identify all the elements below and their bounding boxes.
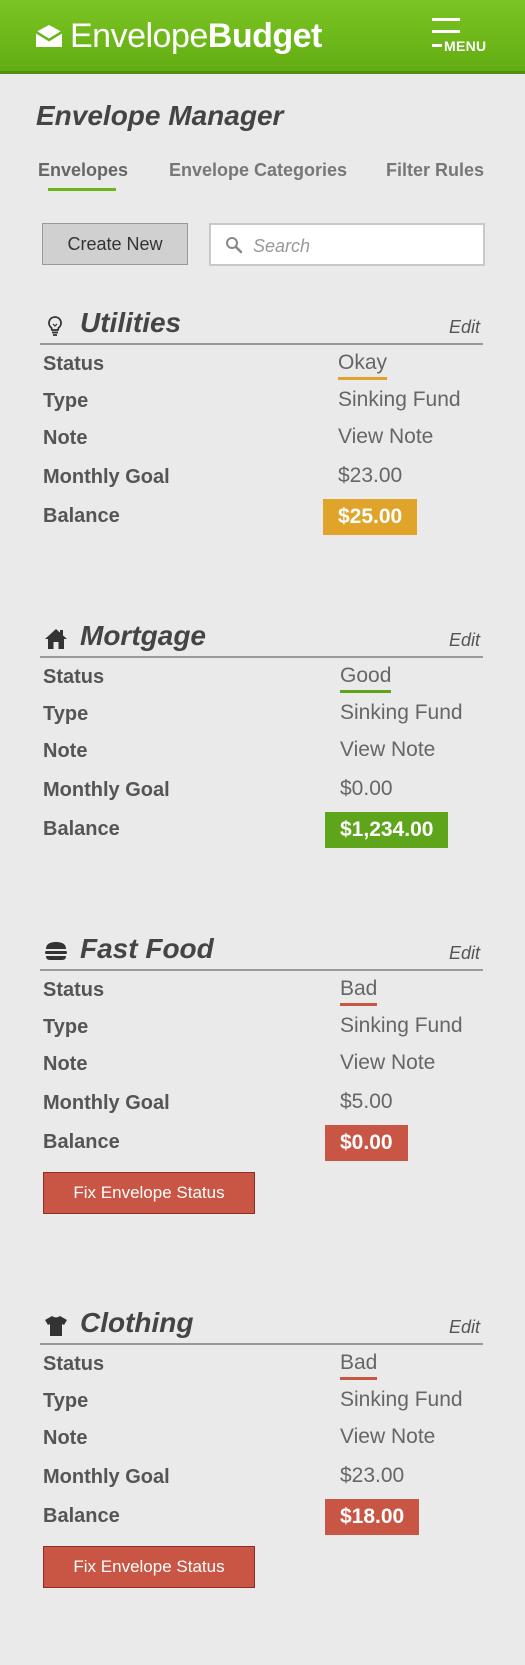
menu-label: MENU — [444, 38, 487, 54]
top-bar: EnvelopeBudget MENU — [0, 0, 525, 74]
search-input[interactable] — [251, 233, 475, 259]
balance-badge: $25.00 — [323, 499, 418, 535]
balance-badge: $18.00 — [325, 1499, 420, 1535]
status-value: Bad — [340, 1351, 378, 1380]
active-tab-indicator — [48, 188, 116, 191]
tab-envelopes[interactable]: Envelopes — [38, 160, 128, 181]
create-new-button[interactable]: Create New — [42, 223, 188, 265]
lightbulb-icon — [44, 315, 66, 337]
row-label-type: Type — [43, 703, 89, 725]
envelope-card: Fast Food Edit Status Bad Type Sinking Fund No… — [0, 933, 525, 1214]
envelope-card: Clothing Edit Status Bad Type Sinking Fund Not… — [0, 1307, 525, 1588]
search-icon — [226, 237, 243, 254]
tab-envelope-categories[interactable]: Envelope Categories — [169, 160, 347, 181]
row-label-goal: Monthly Goal — [43, 1466, 170, 1488]
row-label-note: Note — [43, 1427, 88, 1449]
view-note-link[interactable]: View Note — [340, 738, 435, 762]
envelope-card: Mortgage Edit Status Good Type Sinking Fund No… — [0, 620, 525, 850]
envelope-name: Utilities — [80, 307, 182, 338]
balance-badge: $1,234.00 — [325, 812, 449, 848]
row-label-balance: Balance — [43, 505, 120, 527]
row-label-status: Status — [43, 666, 105, 688]
view-note-link[interactable]: View Note — [340, 1425, 435, 1449]
row-label-balance: Balance — [43, 1131, 120, 1153]
row-label-goal: Monthly Goal — [43, 466, 170, 488]
hamburger-icon — [432, 18, 460, 21]
row-value-goal: $23.00 — [338, 464, 403, 487]
row-label-goal: Monthly Goal — [43, 1092, 170, 1114]
row-value-type: Sinking Fund — [338, 388, 461, 411]
envelope-divider — [40, 343, 483, 345]
row-label-note: Note — [43, 427, 88, 449]
tshirt-icon — [44, 1315, 67, 1337]
envelope-divider — [40, 656, 483, 658]
edit-link[interactable]: Edit — [449, 943, 480, 964]
search-box — [209, 223, 485, 266]
row-label-balance: Balance — [43, 818, 120, 840]
row-value-goal: $23.00 — [340, 1464, 405, 1487]
row-label-status: Status — [43, 979, 105, 1001]
envelope-name: Clothing — [80, 1307, 194, 1338]
status-value: Good — [340, 664, 392, 693]
row-value-type: Sinking Fund — [340, 701, 463, 724]
view-note-link[interactable]: View Note — [338, 425, 433, 449]
fix-envelope-status-button[interactable]: Fix Envelope Status — [43, 1172, 255, 1214]
edit-link[interactable]: Edit — [449, 630, 480, 651]
envelope-name: Mortgage — [80, 620, 206, 651]
view-note-link[interactable]: View Note — [340, 1051, 435, 1075]
balance-badge: $0.00 — [325, 1125, 408, 1161]
app-logo[interactable]: EnvelopeBudget — [34, 14, 322, 58]
home-icon — [44, 628, 67, 650]
row-label-type: Type — [43, 1016, 89, 1038]
tab-filter-rules[interactable]: Filter Rules — [386, 160, 484, 181]
burger-icon — [44, 941, 67, 963]
row-value-goal: $5.00 — [340, 1090, 393, 1113]
row-label-balance: Balance — [43, 1505, 120, 1527]
row-label-type: Type — [43, 390, 89, 412]
row-label-goal: Monthly Goal — [43, 779, 170, 801]
menu-button[interactable]: MENU — [432, 18, 492, 58]
row-label-note: Note — [43, 740, 88, 762]
status-value: Okay — [338, 351, 388, 380]
edit-link[interactable]: Edit — [449, 1317, 480, 1338]
envelope-logo-icon — [35, 25, 63, 47]
envelope-name: Fast Food — [80, 933, 214, 964]
envelope-divider — [40, 969, 483, 971]
logo-text: EnvelopeBudget — [70, 16, 322, 55]
row-value-type: Sinking Fund — [340, 1388, 463, 1411]
status-value: Bad — [340, 977, 378, 1006]
row-label-type: Type — [43, 1390, 89, 1412]
row-label-note: Note — [43, 1053, 88, 1075]
row-label-status: Status — [43, 1353, 105, 1375]
envelope-card: Utilities Edit Status Okay Type Sinking Fund N… — [0, 307, 525, 537]
row-label-status: Status — [43, 353, 105, 375]
fix-envelope-status-button[interactable]: Fix Envelope Status — [43, 1546, 255, 1588]
envelope-divider — [40, 1343, 483, 1345]
page-title: Envelope Manager — [36, 100, 284, 131]
row-value-goal: $0.00 — [340, 777, 393, 800]
edit-link[interactable]: Edit — [449, 317, 480, 338]
row-value-type: Sinking Fund — [340, 1014, 463, 1037]
